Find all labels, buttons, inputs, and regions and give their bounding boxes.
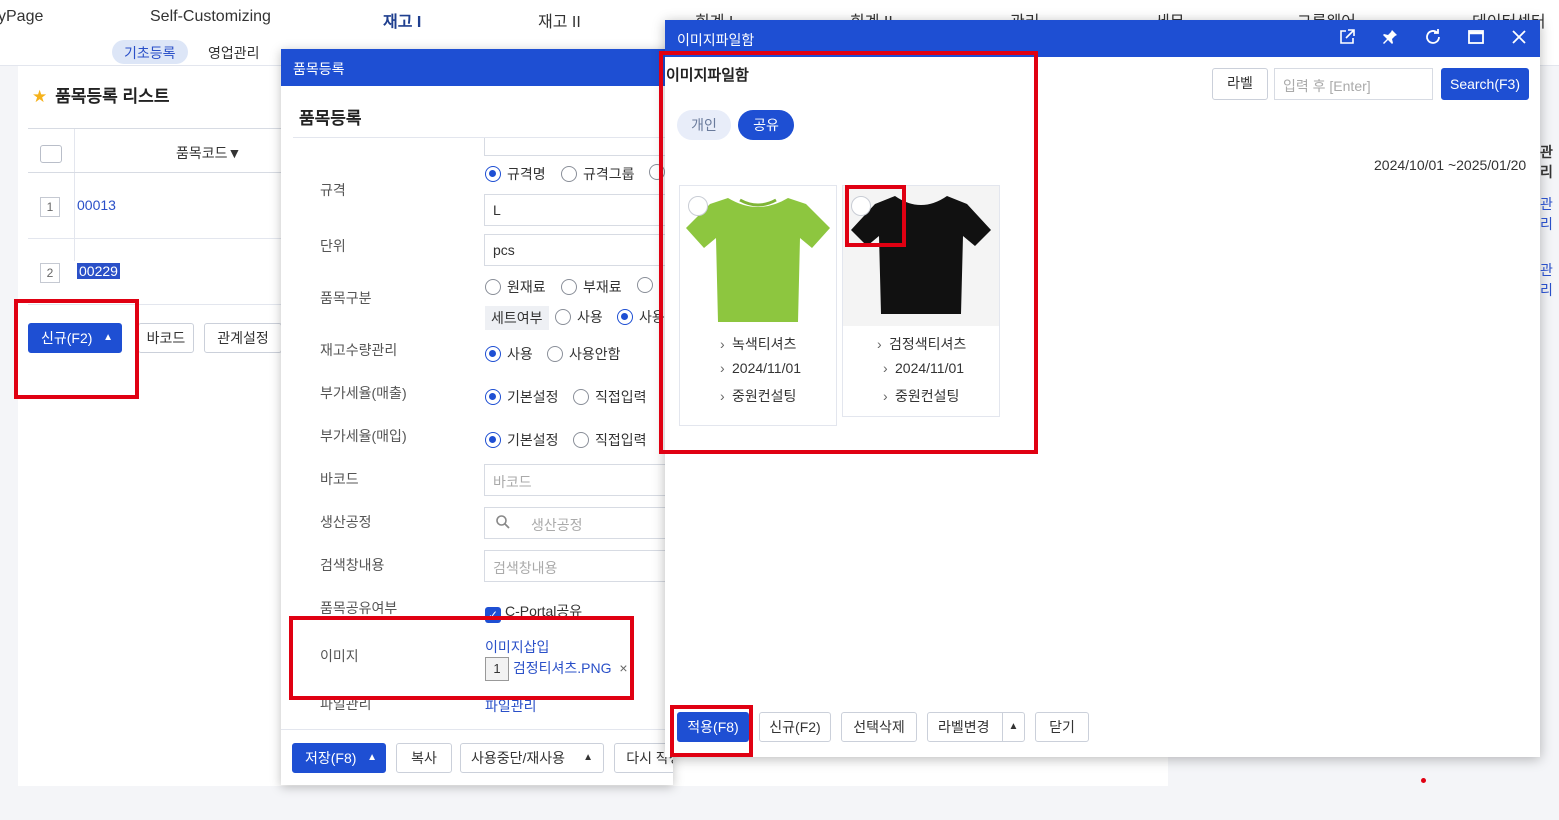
row-number: 1 [40,197,60,217]
search-content-input[interactable]: 검색창내용 [484,550,673,582]
dialog-header: 품목등록 [281,49,673,86]
date-range: 2024/10/01 ~2025/01/20 [1374,157,1527,173]
search-button[interactable]: Search(F3) [1441,68,1529,100]
search-icon[interactable] [495,514,511,533]
highlight-box [289,616,634,700]
save-button[interactable]: 저장(F8) ▲ [292,743,386,773]
table-row[interactable]: 1 00013 [28,173,298,239]
change-label-button[interactable]: 라벨변경 ▲ [927,712,1025,742]
pin-icon[interactable] [1381,28,1401,48]
type-other-radio[interactable] [637,277,659,293]
row-number: 2 [40,263,60,283]
stock-not-use-radio[interactable]: 사용안함 [547,344,621,364]
caret-up-icon[interactable]: ▲ [367,744,377,772]
item-code-column-header[interactable]: 품목코드▼ [176,143,241,163]
refresh-icon[interactable] [1424,28,1444,48]
highlight-box [659,51,1038,454]
red-dot [1421,778,1426,783]
spec-name-radio[interactable]: 규격명 [485,164,546,184]
subnav-sales-management[interactable]: 영업관리 [196,40,272,64]
vat-sales-default-radio[interactable]: 기본설정 [485,387,559,407]
item-code-link[interactable]: 00013 [77,197,116,213]
set-tag: 세트여부 [485,306,549,330]
barcode-input[interactable]: 바코드 [484,464,673,496]
stock-use-radio[interactable]: 사용 [485,344,533,364]
spec-input[interactable]: L [484,194,673,226]
label-button[interactable]: 라벨 [1212,68,1268,100]
highlight-box [845,185,906,247]
list-title: ★ 품목등록 리스트 [32,87,170,106]
maximize-icon[interactable] [1467,28,1487,48]
spec-group-radio[interactable]: 규격그룹 [561,164,635,184]
caret-up-icon[interactable]: ▲ [583,744,593,772]
unit-input[interactable]: pcs [484,234,673,266]
highlight-box [670,705,753,757]
search-input[interactable]: 입력 후 [Enter] [1274,68,1433,100]
popout-icon[interactable] [1338,28,1358,48]
dialog-footer: 저장(F8) ▲ 복사 사용중단/재사용 ▲ 다시 작성 [281,729,673,785]
edge-link[interactable]: 관리 [1540,260,1559,300]
edge-link[interactable]: 관리 [1540,194,1559,234]
process-label: 생산공정 [320,514,372,530]
nav-mypage[interactable]: yPage [0,8,43,26]
set-use-radio-2[interactable]: 사용 [617,307,665,327]
vat-sales-label: 부가세율(매출) [320,385,407,401]
share-label: 품목공유여부 [320,600,398,616]
table-header: 품목코드▼ [28,129,298,173]
relation-settings-button[interactable]: 관계설정 [204,323,282,353]
star-icon[interactable]: ★ [32,87,47,106]
partial-field[interactable] [484,138,673,156]
item-table: 품목코드▼ 1 00013 2 00229 [28,128,298,305]
caret-up-icon[interactable]: ▲ [1002,713,1024,741]
spec-label: 규격 [320,182,346,198]
vat-purchase-direct-radio[interactable]: 직접입력 [573,430,647,450]
delete-selected-button[interactable]: 선택삭제 [841,712,917,742]
search-content-label: 검색창내용 [320,557,385,573]
new-button[interactable]: 신규(F2) [759,712,831,742]
item-code-link[interactable]: 00229 [77,263,120,279]
stock-management-label: 재고수량관리 [320,342,398,358]
nav-self-customizing[interactable]: Self-Customizing [150,8,271,26]
edge-label: 관리 [1540,144,1553,180]
barcode-button[interactable]: 바코드 [138,323,194,353]
set-use-radio[interactable]: 사용 [555,307,603,327]
vat-purchase-label: 부가세율(매입) [320,428,407,444]
vat-purchase-default-radio[interactable]: 기본설정 [485,430,559,450]
close-button[interactable]: 닫기 [1035,712,1089,742]
nav-inventory-2[interactable]: 재고 II [538,8,581,32]
sub-material-radio[interactable]: 부재료 [561,277,622,297]
table-row[interactable]: 2 00229 [28,239,298,305]
nav-inventory-1[interactable]: 재고 I [383,8,421,32]
select-all-checkbox[interactable] [40,145,62,163]
close-icon[interactable] [1510,28,1530,48]
highlight-box [14,299,139,399]
item-type-label: 품목구분 [320,290,372,306]
barcode-label: 바코드 [320,471,359,487]
unit-label: 단위 [320,238,346,254]
dialog-subtitle: 품목등록 [299,109,362,128]
copy-button[interactable]: 복사 [396,743,452,773]
raw-material-radio[interactable]: 원재료 [485,277,546,297]
process-input[interactable]: 생산공정 [484,507,673,539]
subnav-basic-registration[interactable]: 기초등록 [112,40,188,64]
dialog-footer: 적용(F8) 신규(F2) 선택삭제 라벨변경 ▲ 닫기 [665,706,1540,756]
stop-reuse-button[interactable]: 사용중단/재사용 ▲ [460,743,604,773]
vat-sales-direct-radio[interactable]: 직접입력 [573,387,647,407]
